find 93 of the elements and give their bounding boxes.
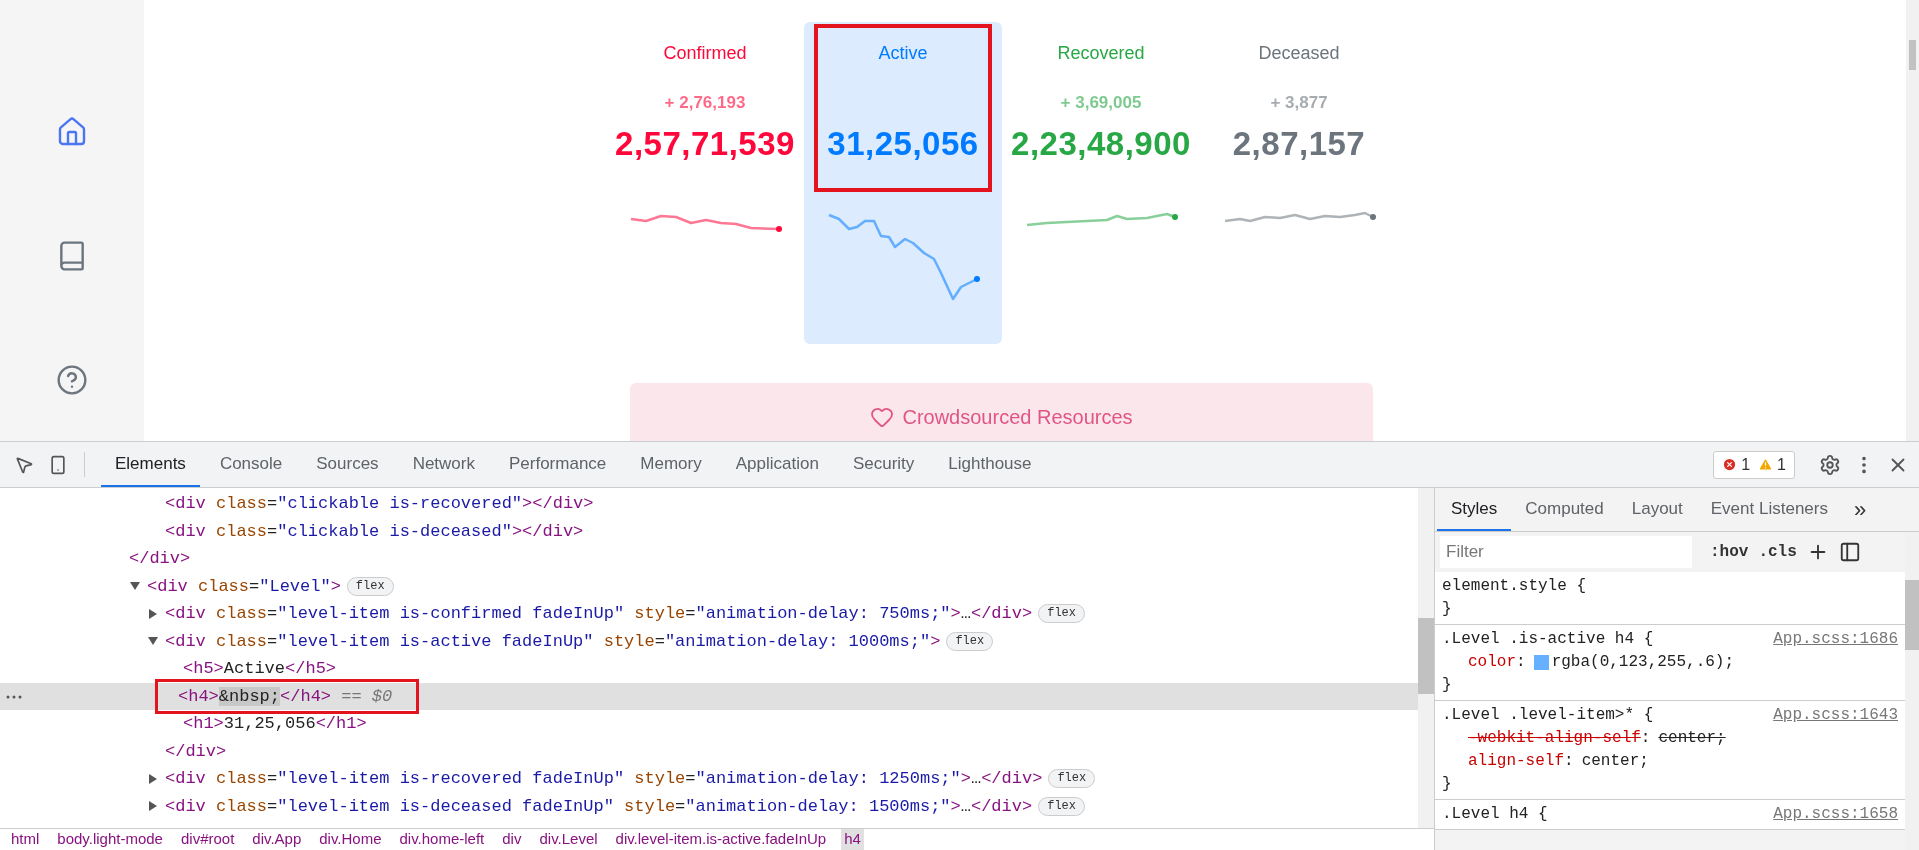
stat-title: Deceased	[1258, 42, 1340, 64]
stat-title: Recovered	[1057, 42, 1145, 64]
css-colon: :	[1516, 652, 1526, 673]
breadcrumb-item[interactable]: div.level-item.is-active.fadeInUp	[612, 829, 830, 850]
dom-node-line[interactable]: <div class="level-item is-active fadeInUp" style="animation-delay: 1000ms;">	[165, 628, 941, 654]
dom-node-line[interactable]: <div class="level-item is-recovered fadeInUp" style="animation-delay: 1250ms;">…</div>	[165, 766, 1043, 792]
css-property: -webkit-align-self	[1468, 728, 1641, 749]
heart-icon	[870, 405, 895, 429]
breadcrumb-item[interactable]: div	[499, 829, 525, 850]
hov-button[interactable]: :hov	[1710, 540, 1749, 564]
dom-closing-tag: </div>	[129, 546, 191, 572]
breadcrumb-item[interactable]: div.App	[249, 829, 305, 850]
device-icon[interactable]	[48, 454, 68, 475]
css-selector: element.style {	[1442, 576, 1587, 597]
collapsed-triangle-icon[interactable]	[148, 801, 158, 812]
css-property: align-self	[1468, 751, 1564, 772]
breadcrumb-item[interactable]: body.light-mode	[54, 829, 166, 850]
collapsed-triangle-icon[interactable]	[148, 608, 158, 619]
css-value: center;	[1581, 751, 1649, 772]
collapsed-triangle-icon[interactable]	[148, 773, 158, 784]
devtools-tab[interactable]: Memory	[626, 442, 716, 487]
source-link[interactable]: App.scss:1686	[1773, 628, 1898, 651]
css-value: rgba(0,123,255,.6);	[1551, 652, 1735, 673]
sidebar-toggle-icon[interactable]	[1838, 541, 1861, 563]
issues-counter[interactable]: 1 1	[1713, 450, 1795, 479]
dom-node-line[interactable]: <div class="Level">	[147, 573, 341, 599]
cls-button[interactable]: .cls	[1758, 540, 1797, 564]
css-property: color	[1468, 652, 1516, 673]
devtools-tab[interactable]: Performance	[495, 442, 621, 487]
source-link[interactable]: App.scss:1658	[1773, 803, 1898, 826]
styles-tab[interactable]: Layout	[1617, 488, 1697, 531]
elements-scrollbar[interactable]	[1418, 488, 1434, 828]
devtools-tab[interactable]: Network	[398, 442, 489, 487]
stat-delta: + 3,69,005	[1060, 92, 1142, 114]
css-selector: .Level h4 {	[1442, 804, 1548, 825]
flex-badge[interactable]: flex	[946, 631, 994, 651]
page-scrollbar[interactable]	[1906, 0, 1919, 441]
dom-node-line[interactable]: <div class="level-item is-confirmed fadeInUp" style="animation-delay: 750ms;">…</div>	[165, 601, 1033, 627]
devtools-tab[interactable]: Sources	[302, 442, 393, 487]
stat-title: Confirmed	[663, 42, 747, 64]
help-icon	[56, 364, 88, 396]
closing-brace: }	[1442, 774, 1453, 795]
stat-delta: + 2,76,193	[664, 92, 746, 114]
warning-count: 1	[1777, 454, 1786, 475]
css-colon: :	[1640, 728, 1651, 749]
source-link[interactable]: App.scss:1643	[1773, 704, 1898, 727]
flex-badge[interactable]: flex	[346, 576, 394, 596]
devtools-tab[interactable]: Elements	[101, 442, 200, 487]
color-swatch[interactable]	[1533, 655, 1549, 670]
more-tabs-button[interactable]: »	[1841, 488, 1879, 531]
stat-total: 31,25,056	[827, 124, 979, 164]
filter-field[interactable]: Filter	[1440, 536, 1692, 568]
devtools-tab[interactable]: Console	[205, 442, 297, 487]
dom-node-line[interactable]: <div class="level-item is-deceased fadeInUp" style="animation-delay: 1500ms;">…</div>	[165, 793, 1033, 819]
warning-icon	[1758, 457, 1774, 472]
css-selector: .Level .level-item>* {	[1442, 705, 1654, 726]
stat-total: 2,23,48,900	[1011, 124, 1191, 164]
stat-total: 2,87,157	[1232, 124, 1366, 164]
more-dots-icon[interactable]	[6, 694, 22, 699]
flex-badge[interactable]: flex	[1038, 796, 1085, 816]
breadcrumb-item[interactable]: div#root	[177, 829, 238, 850]
breadcrumb-item[interactable]: h4	[841, 829, 864, 850]
css-selector: .Level .is-active h4 {	[1442, 629, 1654, 650]
dom-node-line[interactable]: <div class="clickable is-deceased"></div>	[165, 518, 584, 544]
flex-badge[interactable]: flex	[1048, 769, 1096, 789]
css-colon: :	[1564, 751, 1574, 772]
expanded-triangle-icon[interactable]	[148, 636, 158, 647]
flex-badge[interactable]: flex	[1038, 604, 1085, 624]
breadcrumb-item[interactable]: div.Home	[316, 829, 385, 850]
devtools-tab[interactable]: Application	[721, 442, 833, 487]
styles-tab[interactable]: Computed	[1511, 488, 1618, 531]
settings-icon[interactable]	[1819, 453, 1841, 476]
expanded-triangle-icon[interactable]	[130, 581, 140, 592]
breadcrumb-item[interactable]: div.Level	[536, 829, 601, 850]
stat-title: Active	[878, 42, 928, 64]
home-icon	[56, 116, 88, 148]
stat-delta: + 3,877	[1270, 92, 1328, 114]
stat-total: 2,57,71,539	[615, 124, 795, 164]
error-count: 1	[1741, 454, 1751, 475]
devtools-tab[interactable]: Lighthouse	[934, 442, 1046, 487]
dom-node-line[interactable]: <h1>31,25,056</h1>	[183, 711, 367, 737]
closing-brace: }	[1442, 675, 1453, 696]
styles-tab[interactable]: Styles	[1437, 488, 1512, 531]
breadcrumb-item[interactable]: html	[8, 829, 43, 850]
banner-text: Crowdsourced Resources	[902, 405, 1133, 430]
devtools-tab[interactable]: Security	[838, 442, 929, 487]
styles-tab[interactable]: Event Listeners	[1696, 488, 1842, 531]
css-value: center;	[1658, 728, 1726, 749]
dom-node-line[interactable]: <div class="clickable is-recovered"></div>	[165, 491, 594, 517]
error-icon	[1722, 457, 1738, 472]
breadcrumb-item[interactable]: div.home-left	[396, 829, 488, 850]
closing-brace: }	[1442, 599, 1453, 620]
dom-closing-tag: </div>	[165, 738, 227, 764]
